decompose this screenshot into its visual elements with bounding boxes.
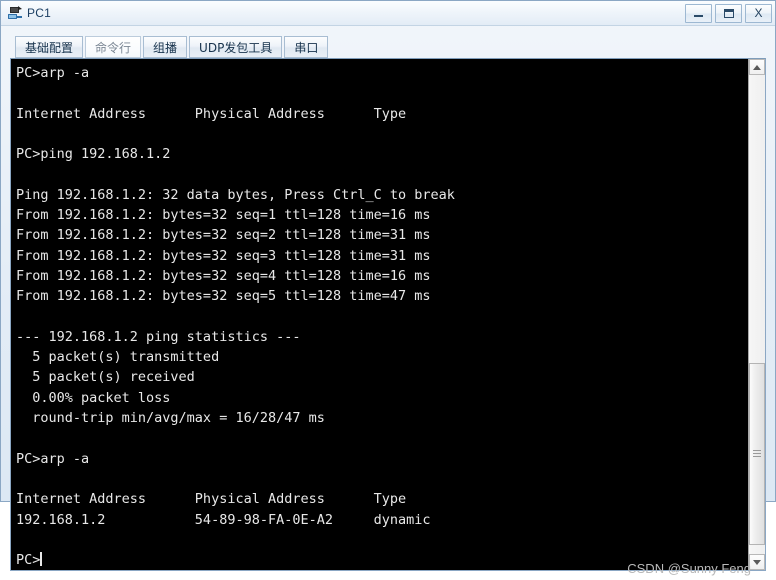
terminal-line: From 192.168.1.2: bytes=32 seq=1 ttl=128… <box>16 207 431 224</box>
pc-device-icon <box>7 5 23 21</box>
window-controls: X <box>682 3 772 23</box>
window-title: PC1 <box>27 6 51 20</box>
terminal-panel: PC>arp -a Internet Address Physical Addr… <box>10 58 766 572</box>
scroll-down-button[interactable] <box>749 554 765 571</box>
text-cursor <box>40 552 42 567</box>
terminal-line: PC>arp -a <box>16 65 90 81</box>
terminal-line: From 192.168.1.2: bytes=32 seq=4 ttl=128… <box>16 267 431 284</box>
terminal-output[interactable]: PC>arp -a Internet Address Physical Addr… <box>11 59 748 571</box>
window-body: 基础配置 命令行 组播 UDP发包工具 串口 PC>arp -a Interne… <box>1 26 775 580</box>
terminal-line: 5 packet(s) transmitted <box>16 349 220 366</box>
terminal-line: Internet Address Physical Address Type <box>16 491 407 508</box>
terminal-line: Ping 192.168.1.2: 32 data bytes, Press C… <box>16 186 455 203</box>
tab-command-line[interactable]: 命令行 <box>85 36 142 58</box>
terminal-line: From 192.168.1.2: bytes=32 seq=5 ttl=128… <box>16 288 431 305</box>
tab-serial-port[interactable]: 串口 <box>284 36 329 58</box>
terminal-line: Internet Address Physical Address Type <box>16 105 407 122</box>
terminal-line: From 192.168.1.2: bytes=32 seq=2 ttl=128… <box>16 227 431 244</box>
terminal-line: From 192.168.1.2: bytes=32 seq=3 ttl=128… <box>16 247 431 264</box>
terminal-prompt-text: PC> <box>16 552 41 569</box>
maximize-icon <box>723 8 734 18</box>
vertical-scrollbar[interactable] <box>748 59 765 571</box>
terminal-line: PC>arp -a <box>16 450 90 467</box>
scroll-up-arrow-icon <box>753 64 761 70</box>
scrollbar-track[interactable] <box>749 75 765 555</box>
scroll-up-button[interactable] <box>749 59 765 75</box>
scroll-down-arrow-icon <box>753 559 761 565</box>
terminal-line: round-trip min/avg/max = 16/28/47 ms <box>16 410 325 427</box>
minimize-button[interactable] <box>685 3 712 23</box>
terminal-line: 0.00% packet loss <box>16 389 171 406</box>
tab-udp-tool[interactable]: UDP发包工具 <box>189 36 283 58</box>
minimize-icon <box>694 15 703 17</box>
terminal-line: --- 192.168.1.2 ping statistics --- <box>16 328 301 345</box>
scrollbar-grip-icon <box>753 448 761 459</box>
title-bar[interactable]: PC1 X <box>1 1 775 26</box>
terminal-prompt-line[interactable]: PC> <box>16 550 748 570</box>
scrollbar-thumb[interactable] <box>749 362 765 545</box>
terminal-line: PC>ping 192.168.1.2 <box>16 146 171 163</box>
close-button[interactable]: X <box>745 3 772 23</box>
terminal-line: 5 packet(s) received <box>16 369 195 386</box>
maximize-button[interactable] <box>715 3 742 23</box>
tab-multicast[interactable]: 组播 <box>143 36 188 58</box>
terminal-line: 192.168.1.2 54-89-98-FA-0E-A2 dynamic <box>16 511 431 528</box>
pc1-window: PC1 X 基础配置 命令行 组播 UDP发包工具 串口 PC>arp -a I… <box>0 0 776 576</box>
tab-basic-config[interactable]: 基础配置 <box>15 36 84 58</box>
tab-strip: 基础配置 命令行 组播 UDP发包工具 串口 <box>10 34 766 58</box>
